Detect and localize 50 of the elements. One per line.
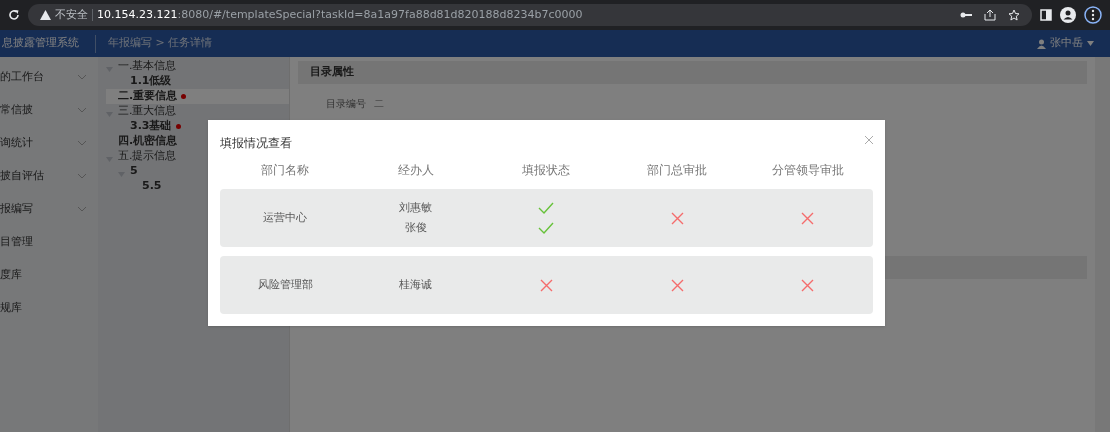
side-panel-icon[interactable] (1040, 9, 1052, 21)
sidebar-item[interactable]: 规库 (0, 292, 98, 325)
tree-label: 3.3基础 (130, 118, 172, 134)
column-header: 部门名称 (260, 162, 311, 179)
section-header: 目录属性 (298, 61, 1087, 84)
tree-item[interactable]: 1.1低级 (118, 74, 289, 89)
tree-label: 1.1低级 (130, 73, 172, 89)
breadcrumb: 年报编写 > 任务详情 (108, 35, 213, 52)
app-title: 息披露管理系统 (1, 35, 80, 52)
table-cell-text: 风险管理部 (256, 276, 314, 293)
reload-icon[interactable] (8, 9, 20, 21)
caret-icon (1087, 41, 1094, 46)
security-label: 不安全 (55, 6, 88, 23)
scrollbar[interactable] (1095, 57, 1110, 432)
tree-item[interactable]: 二.重要信息 (106, 89, 289, 104)
sidebar-item[interactable]: 的工作台 (0, 61, 98, 94)
star-icon[interactable] (1008, 9, 1020, 21)
table-cell-text: 桂海诚 (399, 276, 433, 293)
tree-item[interactable]: 五.提示信息 (106, 149, 289, 164)
table-cell-text: 运营中心 (262, 209, 309, 226)
profile-icon[interactable] (1060, 7, 1076, 23)
menu-icon[interactable] (1084, 6, 1102, 24)
sidebar-item[interactable]: 目管理 (0, 226, 98, 259)
field-label: 目录编号 (326, 97, 366, 111)
tree-item[interactable]: 3.3基础 (118, 119, 289, 134)
table-cell: 刘惠敏 (399, 199, 433, 216)
tree-label: 一.基本信息 (118, 58, 177, 75)
tree-label: 5.5 (142, 178, 162, 195)
share-icon[interactable] (984, 9, 996, 21)
url-text: 10.154.23.121:8080/#/templateSpecial?taskId=8a1a97fa88d81d820188d8234b7c0000 (97, 6, 583, 23)
tree-label: 二.重要信息 (118, 88, 178, 105)
tree-label: 五.提示信息 (118, 148, 177, 165)
table-cell-text: 张俊 (404, 220, 427, 236)
tree-item[interactable]: 一.基本信息 (106, 59, 289, 74)
key-icon[interactable] (960, 11, 972, 19)
address-bar[interactable]: 不安全 10.154.23.121:8080/#/templateSpecial?taskId=8a1a97fa88d81d820188d8234b7c0000 (28, 4, 1032, 26)
sidebar-item[interactable]: 度库 (0, 259, 98, 292)
sidebar-item[interactable]: 报编写 (0, 193, 98, 226)
sidebar-item[interactable]: 常信披 (0, 94, 98, 127)
column-header: 分管领导审批 (770, 162, 845, 179)
warning-icon (40, 10, 51, 20)
column-header: 部门总审批 (646, 162, 709, 179)
column-header: 经办人 (396, 162, 435, 179)
sidebar-item[interactable]: 披自评估 (0, 160, 98, 193)
user-menu[interactable]: 张中岳 (1037, 35, 1110, 52)
user-icon (1037, 38, 1046, 49)
tree-label: 5 (130, 163, 138, 180)
dialog-title: 填报情况查看 (220, 135, 292, 152)
sidebar-item[interactable]: 询统计 (0, 127, 98, 160)
column-header: 填报状态 (521, 162, 572, 179)
